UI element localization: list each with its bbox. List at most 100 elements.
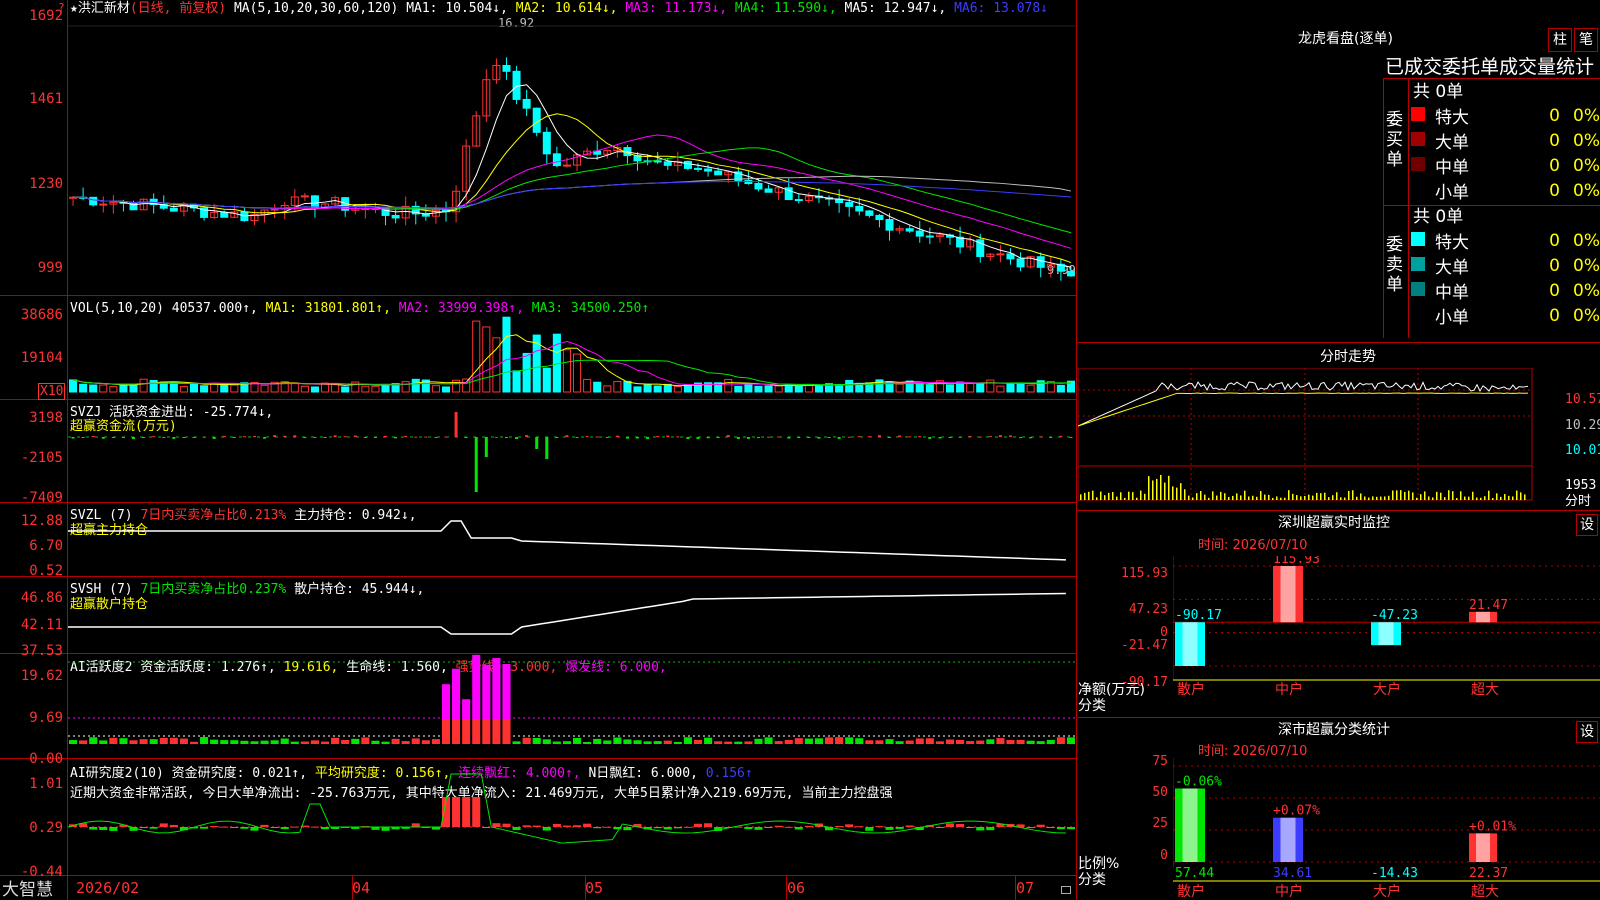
research-bar — [542, 827, 551, 831]
intraday-vol-bar — [1244, 490, 1246, 500]
intraday-chart[interactable] — [1078, 368, 1568, 508]
volume-bar — [220, 384, 229, 393]
flow-bar — [111, 437, 115, 438]
flow-bar — [152, 436, 156, 438]
candlestick-chart[interactable] — [68, 0, 1076, 295]
volume-bar — [502, 316, 511, 393]
active-bar — [613, 737, 622, 744]
sz-class-settings-button[interactable]: 设 — [1576, 721, 1598, 743]
research-bar — [583, 823, 592, 827]
intraday-vol-bar — [1172, 486, 1174, 500]
price-tick: 999 — [37, 260, 63, 276]
lock-icon[interactable] — [1061, 886, 1071, 894]
candle-body — [542, 131, 551, 155]
x-label: 07 — [1016, 879, 1035, 897]
flow-bar — [1049, 437, 1053, 438]
sell-row-pct: 0% — [1573, 305, 1600, 326]
sell-row-pct: 0% — [1573, 255, 1600, 276]
app-logo[interactable]: 大智慧 — [2, 880, 53, 900]
flow-bar — [363, 437, 367, 438]
volume-bar — [139, 378, 148, 393]
svzl-tick: 0.52 — [29, 563, 63, 579]
holding-line — [68, 592, 1066, 635]
tick-view-button[interactable]: 笔 — [1574, 28, 1598, 52]
sz-monitor-settings-button[interactable]: 设 — [1576, 514, 1598, 536]
intraday-vol-bar — [1328, 497, 1330, 500]
ai-research-tick: -0.44 — [20, 864, 63, 880]
candle-body — [905, 228, 914, 232]
research-bar — [845, 824, 854, 827]
ai-active-chart[interactable] — [68, 654, 1076, 758]
holding-line — [68, 520, 1066, 561]
dragon-tiger-heading: 已成交委托单成交量统计 — [1385, 56, 1595, 78]
volume-bar — [371, 385, 380, 393]
research-bar — [89, 827, 98, 830]
research-bar — [754, 827, 763, 830]
sz-monitor-bar-chart[interactable]: -90.17 散户 115.93 中户 -47.23 大户 21.47 超大 — [1173, 556, 1600, 696]
intraday-vol-bar — [1280, 497, 1282, 500]
active-bar — [69, 740, 78, 744]
intraday-vol-bar — [1516, 490, 1518, 500]
active-bar — [825, 737, 834, 744]
volume-bar — [945, 384, 955, 393]
flow-bar — [565, 435, 569, 437]
sz-monitor-tick: 115.93 — [1121, 566, 1168, 581]
svzj-chart[interactable] — [68, 400, 1076, 502]
active-bar — [794, 738, 803, 744]
active-bar — [109, 737, 118, 744]
ai-research-chart[interactable] — [68, 759, 1076, 875]
volume-bar — [915, 382, 924, 393]
candle-body — [663, 161, 672, 166]
active-bar — [159, 737, 168, 744]
intraday-vol-bar — [1148, 476, 1150, 500]
sz-class-bar-chart[interactable]: -0.06% 57.44 散户 +0.07% 34.61 中户 -14.43 大户 +0.01%… — [1173, 758, 1600, 900]
intraday-vol-bar — [1200, 491, 1202, 500]
intraday-vol-bar — [1396, 490, 1398, 500]
flow-bar — [555, 437, 559, 439]
active-bar — [472, 719, 481, 744]
svsh-chart[interactable] — [68, 577, 1076, 653]
bar-value-label: -90.17 — [1175, 608, 1222, 623]
research-bar — [492, 823, 501, 827]
volume-bar — [583, 378, 592, 393]
volume-bar — [260, 384, 269, 393]
flow-bar — [746, 437, 750, 439]
sz-class-unit: 比例% — [1078, 856, 1120, 872]
flow-bar — [898, 435, 902, 437]
research-bar — [99, 827, 108, 831]
sell-row-pct: 0% — [1573, 230, 1600, 251]
intraday-vol-bar — [1440, 492, 1442, 500]
active-bar — [129, 740, 138, 744]
volume-bar — [230, 384, 239, 393]
active-bar — [976, 740, 985, 744]
volume-bar — [532, 334, 541, 393]
volume-bar — [69, 379, 78, 393]
svzl-chart[interactable] — [68, 503, 1076, 576]
buy-row-label: 小单 — [1435, 183, 1469, 203]
research-bar — [109, 827, 118, 831]
active-bar — [915, 738, 924, 744]
research-bar — [744, 827, 753, 830]
volume-chart[interactable] — [68, 296, 1076, 399]
research-bar — [290, 826, 299, 828]
intraday-vol-bar — [1492, 497, 1494, 500]
intraday-vol-bar — [1500, 496, 1502, 500]
research-bar — [935, 827, 944, 828]
flow-bar — [545, 437, 549, 459]
active-bar — [935, 741, 944, 744]
active-bar — [714, 741, 723, 744]
active-bar — [845, 737, 854, 744]
candle-body — [522, 98, 531, 109]
active-bar — [502, 719, 511, 744]
intraday-vol-bar — [1428, 496, 1430, 500]
intraday-vol-bar — [1356, 496, 1358, 500]
volume-bar — [683, 384, 692, 393]
buy-total: 共 0单 — [1413, 82, 1464, 102]
research-bar — [1066, 827, 1075, 830]
bar-view-button[interactable]: 柱 — [1548, 28, 1572, 52]
main-chart-area[interactable]: ? ★洪汇新材(日线, 前复权) MA(5,10,20,30,60,120) M… — [0, 0, 1077, 900]
svzj-tick: -2105 — [20, 450, 63, 466]
flow-bar — [353, 435, 357, 437]
flow-bar — [867, 436, 871, 438]
candle-body — [915, 230, 924, 237]
